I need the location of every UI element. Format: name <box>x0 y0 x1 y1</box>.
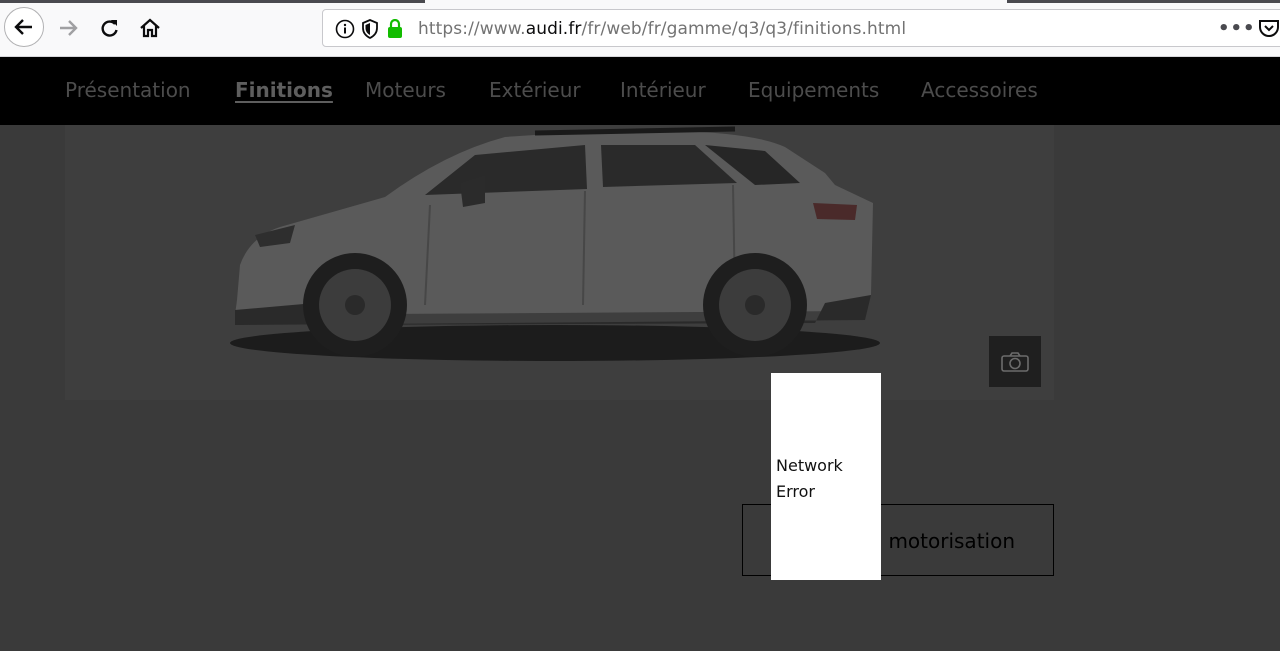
more-icon[interactable]: ••• <box>1218 18 1256 39</box>
nav-item-equipements[interactable]: Equipements <box>748 78 879 102</box>
reload-icon <box>101 20 118 37</box>
url-text[interactable]: https://www.audi.fr/fr/web/fr/gamme/q3/q… <box>418 19 906 39</box>
nav-item-accessoires[interactable]: Accessoires <box>921 78 1038 102</box>
site-nav: Présentation Finitions Moteurs Extérieur… <box>0 57 1280 125</box>
pocket-icon[interactable] <box>1258 18 1280 38</box>
forward-button[interactable] <box>48 8 88 48</box>
error-line-2: Error <box>776 482 815 501</box>
nav-item-exterieur[interactable]: Extérieur <box>489 78 581 102</box>
forward-arrow-icon <box>60 20 78 36</box>
reload-button[interactable] <box>89 8 129 48</box>
back-button[interactable] <box>4 7 44 47</box>
back-arrow-icon <box>14 19 32 35</box>
lock-icon[interactable] <box>386 19 404 39</box>
car-image <box>230 126 880 361</box>
network-error-text: Network Error <box>776 453 876 505</box>
error-line-1: Network <box>776 456 843 475</box>
home-button[interactable] <box>130 8 170 48</box>
browser-toolbar: https://www.audi.fr/fr/web/fr/gamme/q3/q… <box>0 0 1280 57</box>
nav-item-finitions[interactable]: Finitions <box>235 78 333 102</box>
nav-item-presentation[interactable]: Présentation <box>65 78 191 102</box>
tab-strip-line <box>0 0 425 3</box>
address-bar[interactable]: https://www.audi.fr/fr/web/fr/gamme/q3/q… <box>322 9 1280 47</box>
info-icon[interactable] <box>335 19 355 39</box>
network-error-box: Network Error <box>771 373 881 580</box>
motorisation-button-label: motorisation <box>888 529 1015 553</box>
shield-icon[interactable] <box>361 19 379 39</box>
car-image-panel <box>65 125 1054 400</box>
tab-strip-line <box>1007 0 1280 3</box>
camera-icon <box>1001 351 1029 372</box>
camera-view-button[interactable] <box>989 336 1041 387</box>
nav-item-interieur[interactable]: Intérieur <box>620 78 706 102</box>
home-icon <box>140 18 160 38</box>
nav-item-moteurs[interactable]: Moteurs <box>365 78 446 102</box>
